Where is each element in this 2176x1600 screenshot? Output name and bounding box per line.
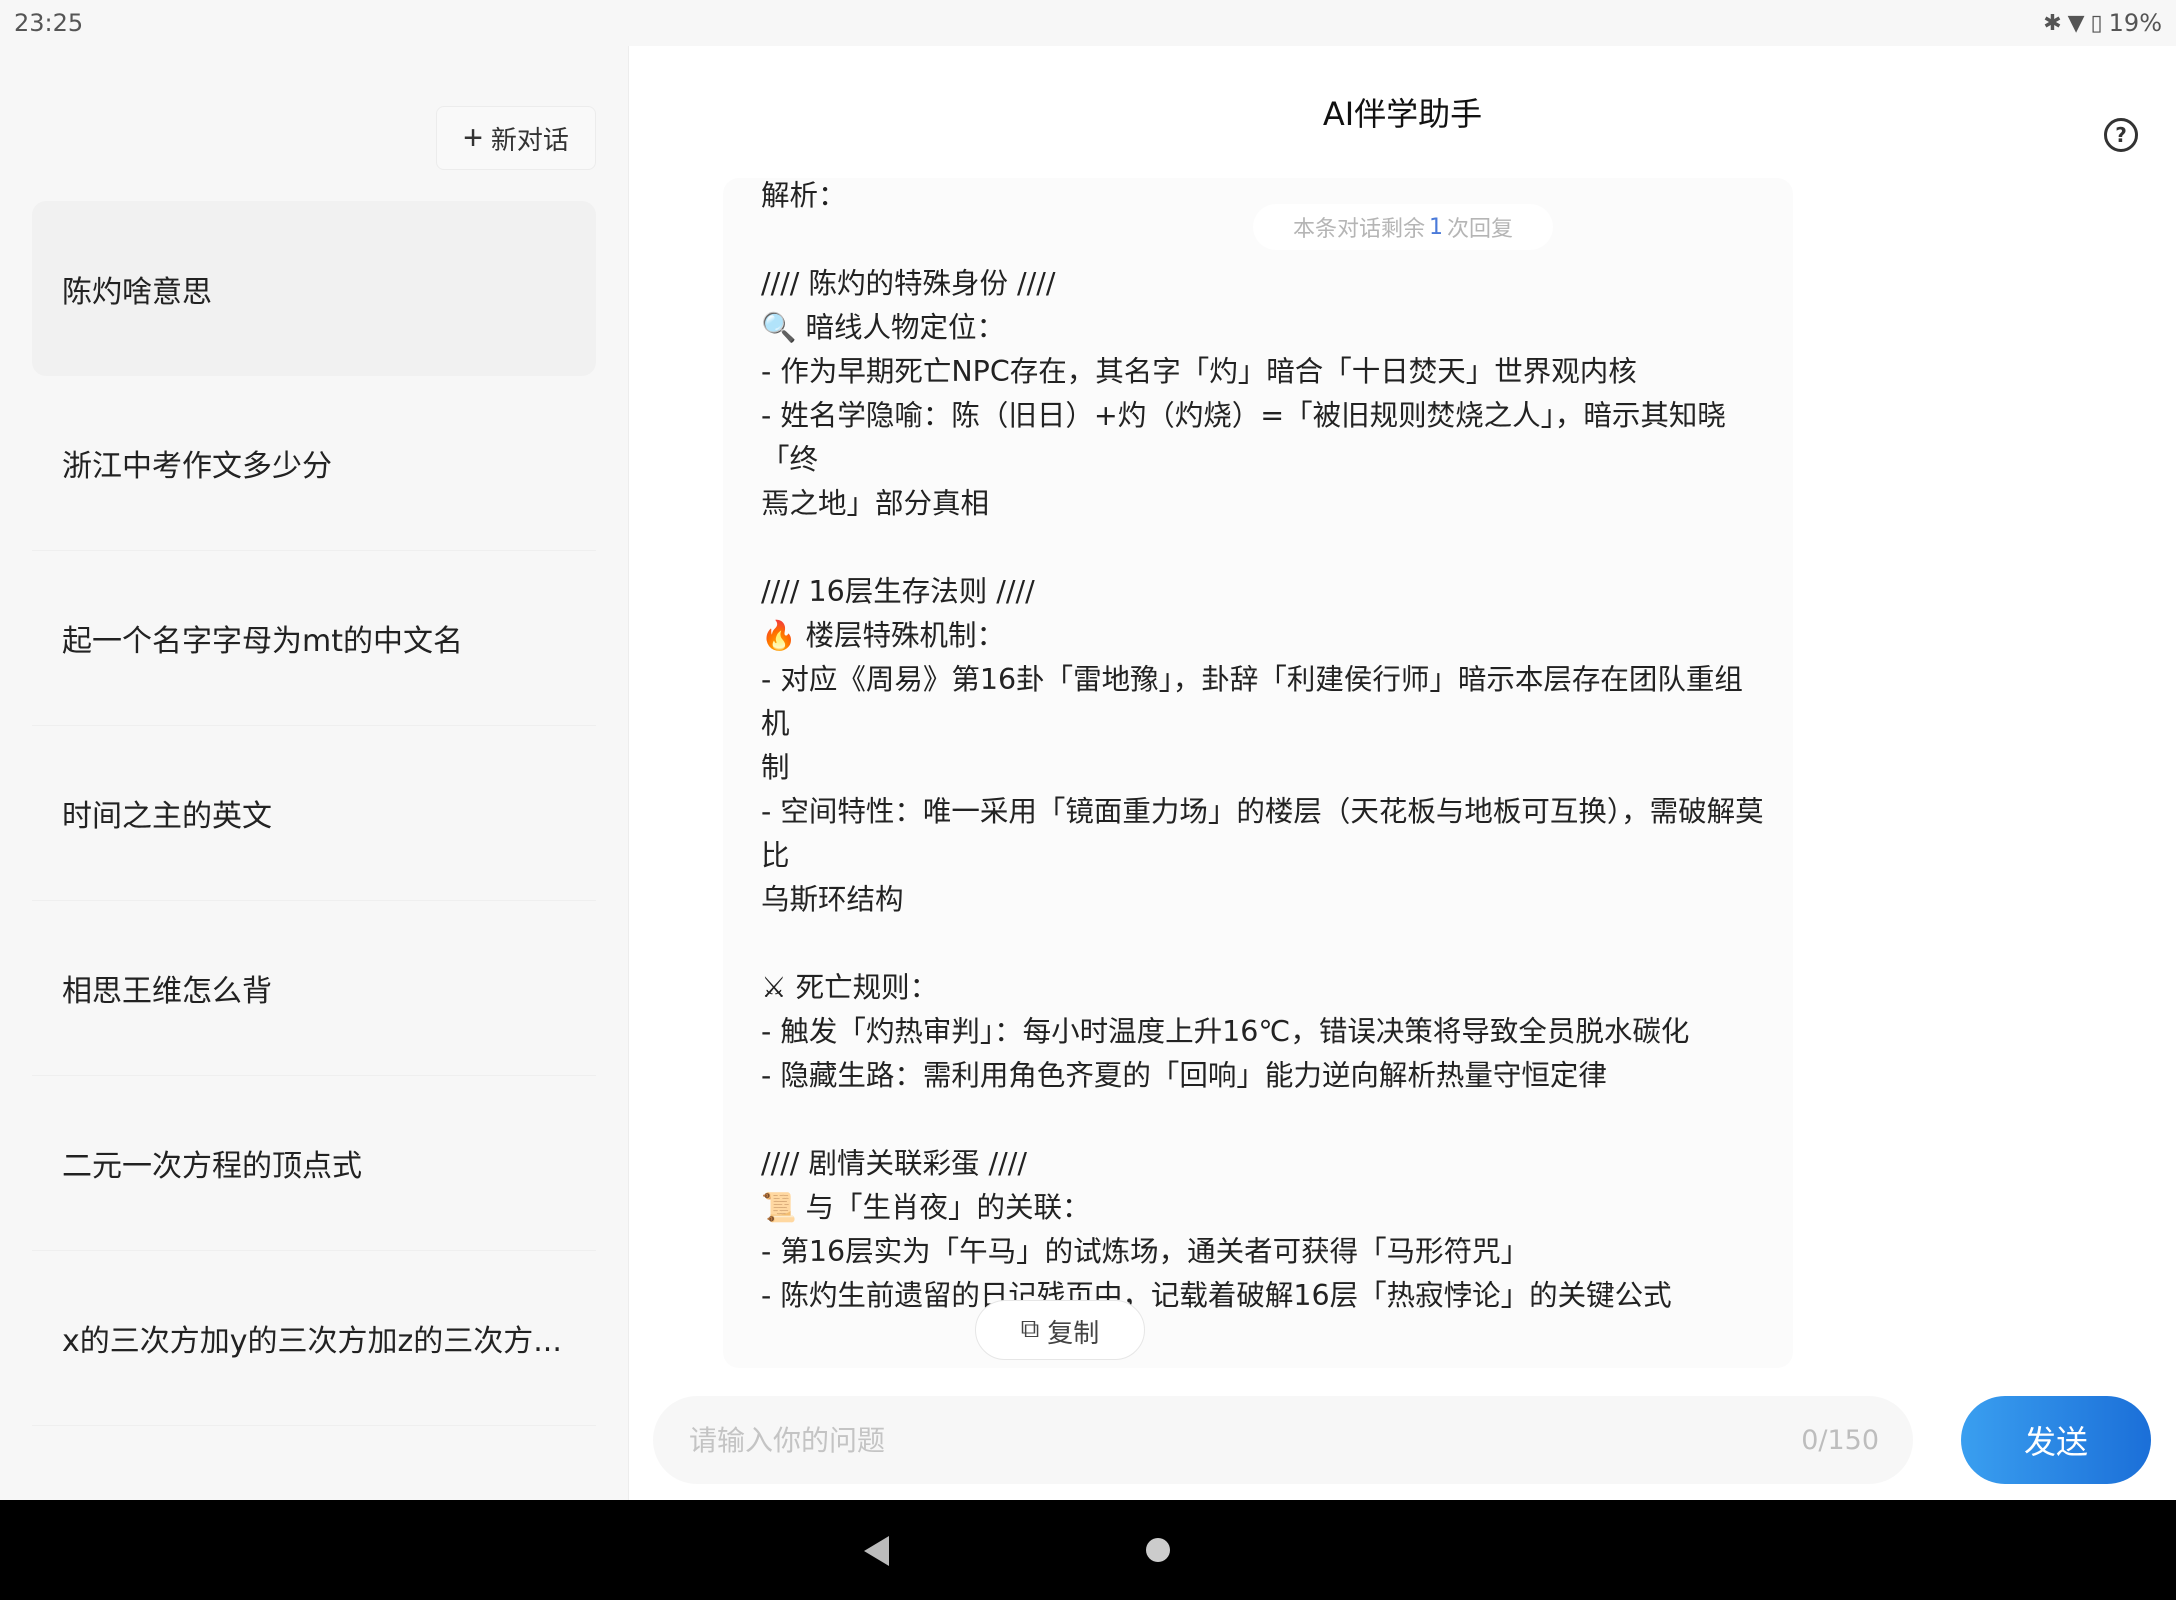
conversation-label: x的三次方加y的三次方加z的三次方... xyxy=(62,1324,562,1359)
message-fade xyxy=(629,1370,2176,1384)
message-line: - 对应《周易》第16卦「雷地豫」，卦辞「利建侯行师」暗示本层存在团队重组机 xyxy=(761,663,1743,740)
message-line: ⚔ 死亡规则： xyxy=(761,971,939,1004)
message-line xyxy=(761,1318,1771,1362)
message-line: - 第16层实为「午马」的试炼场，通关者可获得「马形符咒」 xyxy=(761,1235,1530,1268)
help-icon[interactable]: ? xyxy=(2104,118,2138,152)
input-row: 0/150 发送 xyxy=(629,1384,2176,1500)
header: AI伴学助手 ? xyxy=(629,46,2176,178)
message-line: 制 xyxy=(761,751,790,784)
message-line: //// 剧情关联彩蛋 //// xyxy=(761,1147,1027,1180)
status-time: 23:25 xyxy=(14,9,84,37)
remaining-replies-badge: 本条对话剩余 1 次回复 xyxy=(1253,204,1553,250)
conversation-label: 相思王维怎么背 xyxy=(62,974,272,1009)
remaining-suffix: 次回复 xyxy=(1447,217,1514,242)
conversation-label: 起一个名字字母为mt的中文名 xyxy=(62,624,463,659)
navigation-bar xyxy=(0,1500,2176,1600)
conversation-item[interactable]: 二元一次方程的顶点式 xyxy=(32,1076,596,1251)
message-line xyxy=(761,526,1771,570)
message-line: - 空间特性：唯一采用「镜面重力场」的楼层（天花板与地板可互换），需破解莫比 xyxy=(761,795,1764,872)
bluetooth-icon: ✱ xyxy=(2043,10,2062,36)
home-icon[interactable] xyxy=(1146,1538,1170,1562)
battery-level: 19% xyxy=(2108,9,2162,37)
conversation-item[interactable]: 相思王维怎么背 xyxy=(32,901,596,1076)
question-input-box: 0/150 xyxy=(653,1396,1913,1484)
copy-label: 复制 xyxy=(1047,1318,1100,1348)
message-line: 🔥 楼层特殊机制： xyxy=(761,619,1006,652)
sidebar: + 新对话 陈灼啥意思 浙江中考作文多少分 起一个名字字母为mt的中文名 时间之… xyxy=(0,46,628,1500)
new-chat-button[interactable]: + 新对话 xyxy=(436,106,596,170)
plus-icon: + xyxy=(463,119,483,157)
message-line: - 陈灼生前遗留的日记残页中，记载着破解16层「热寂悖论」的关键公式 xyxy=(761,1279,1672,1312)
message-line: - 触发「灼热审判」：每小时温度上升16℃，错误决策将导致全员脱水碳化 xyxy=(761,1015,1690,1048)
conversation-label: 二元一次方程的顶点式 xyxy=(62,1149,362,1184)
conversation-item[interactable]: x的三次方加y的三次方加z的三次方... xyxy=(32,1251,596,1426)
question-input[interactable] xyxy=(689,1423,1689,1457)
message-line: //// 16层生存法则 //// xyxy=(761,575,1035,608)
message-line xyxy=(761,922,1771,966)
wifi-icon: ▼ xyxy=(2067,10,2085,36)
send-button[interactable]: 发送 xyxy=(1961,1396,2151,1484)
conversation-item[interactable]: 16章意思 xyxy=(32,1426,596,1500)
chat-area[interactable]: 解析：//// 陈灼的特殊身份 ////🔍 暗线人物定位： - 作为早期死亡NPC… xyxy=(723,178,1793,1368)
remaining-count: 1 xyxy=(1429,214,1443,240)
conversation-item[interactable]: 浙江中考作文多少分 xyxy=(32,376,596,551)
conversation-label: 16章意思 xyxy=(62,1491,190,1500)
status-bar: 23:25 ✱ ▼ ▯ 19% xyxy=(0,0,2176,46)
conversation-label: 时间之主的英文 xyxy=(62,799,272,834)
copy-button[interactable]: ⧉ 复制 xyxy=(975,1300,1145,1360)
message-line: 需要更多原著细节解读（如陈灼与齐夏的因果线、16层熵增规则等），可告知具体 xyxy=(761,1362,1771,1368)
remaining-prefix: 本条对话剩余 xyxy=(1292,217,1425,242)
new-chat-label: 新对话 xyxy=(490,124,569,155)
main-panel: AI伴学助手 ? 解析：//// 陈灼的特殊身份 ////🔍 暗线人物定位： - … xyxy=(629,46,2176,1500)
battery-icon: ▯ xyxy=(2090,10,2103,36)
message-line: 焉之地」部分真相 xyxy=(761,487,990,520)
message-line xyxy=(761,1098,1771,1142)
message-line: - 隐藏生路：需利用角色齐夏的「回响」能力逆向解析热量守恒定律 xyxy=(761,1059,1607,1092)
copy-icon: ⧉ xyxy=(1020,1313,1040,1343)
back-icon[interactable] xyxy=(864,1536,889,1566)
message-line: 📜 与「生肖夜」的关联： xyxy=(761,1191,1091,1224)
conversation-list: 陈灼啥意思 浙江中考作文多少分 起一个名字字母为mt的中文名 时间之主的英文 相… xyxy=(32,201,596,1500)
message-line: 乌斯环结构 xyxy=(761,883,904,916)
message-line: //// 陈灼的特殊身份 //// xyxy=(761,267,1056,300)
message-line: - 作为早期死亡NPC存在，其名字「灼」暗合「十日焚天」世界观内核 xyxy=(761,355,1637,388)
message-line: - 姓名学隐喻：陈（旧日）+灼（灼烧）=「被旧规则焚烧之人」，暗示其知晓「终 xyxy=(761,399,1726,476)
conversation-item[interactable]: 陈灼啥意思 xyxy=(32,201,596,376)
page-title: AI伴学助手 xyxy=(1322,95,1483,133)
status-icons: ✱ ▼ ▯ 19% xyxy=(2043,9,2162,37)
conversation-item[interactable]: 起一个名字字母为mt的中文名 xyxy=(32,551,596,726)
conversation-label: 陈灼啥意思 xyxy=(62,274,212,310)
conversation-item[interactable]: 时间之主的英文 xyxy=(32,726,596,901)
conversation-label: 浙江中考作文多少分 xyxy=(62,449,332,484)
char-count: 0/150 xyxy=(1801,1424,1879,1456)
message-line: 🔍 暗线人物定位： xyxy=(761,311,1006,344)
assistant-message: 解析：//// 陈灼的特殊身份 ////🔍 暗线人物定位： - 作为早期死亡NPC… xyxy=(761,178,1771,1368)
